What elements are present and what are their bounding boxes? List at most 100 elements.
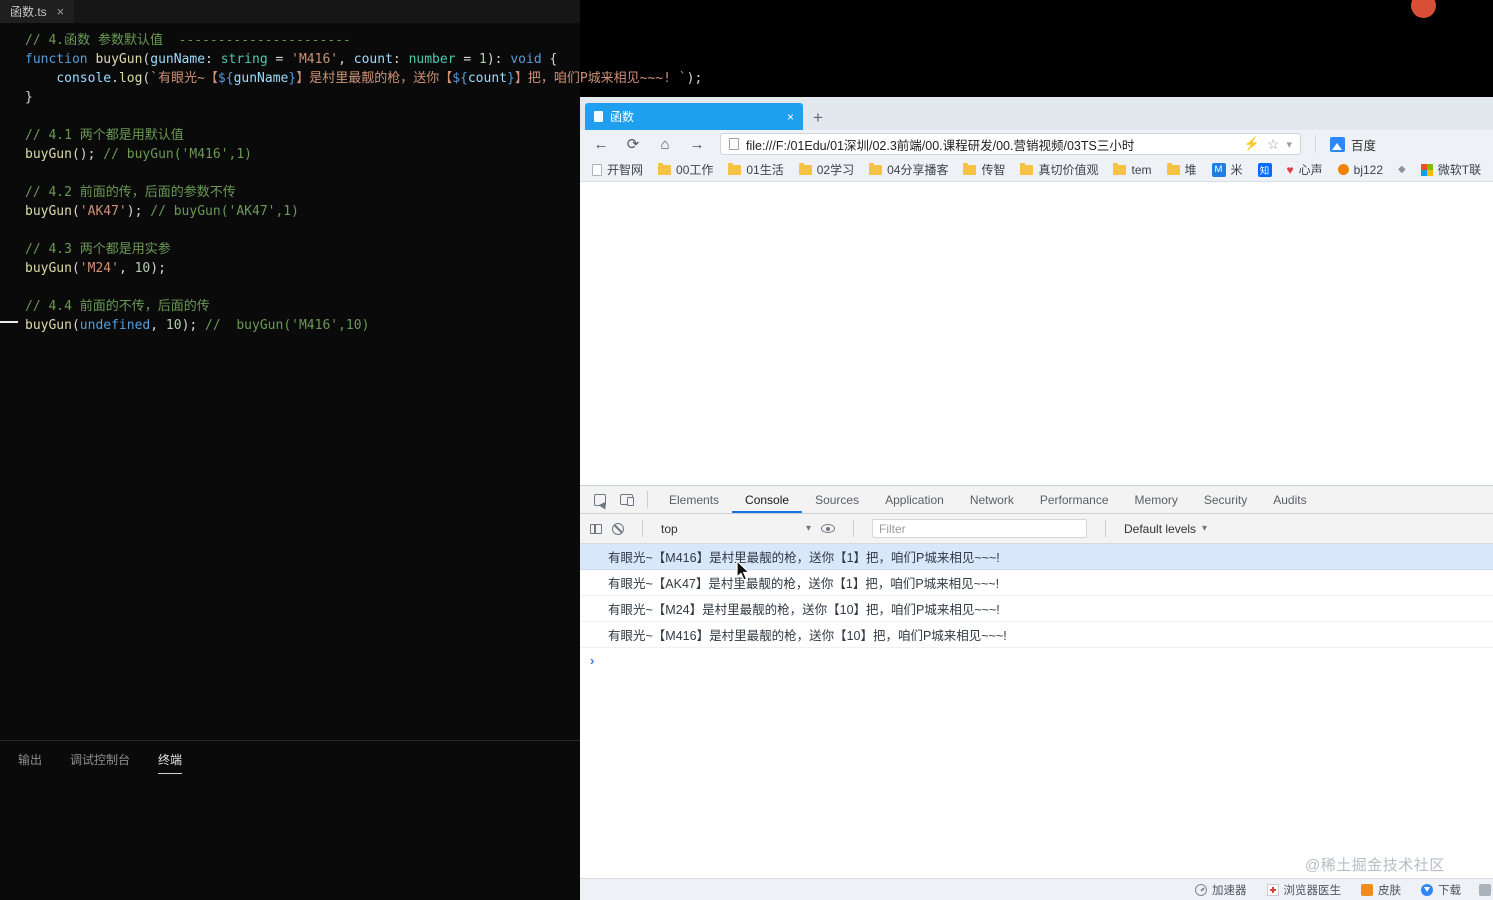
code-token: gunName — [233, 71, 289, 86]
bookmark-item[interactable]: 04分享播客 — [869, 161, 948, 178]
devtools-tab-console[interactable]: Console — [732, 486, 802, 513]
reload-icon[interactable]: ⟳ — [624, 137, 642, 152]
context-selector[interactable]: top ▾ — [661, 522, 811, 536]
bookmark-item[interactable]: 知 — [1257, 162, 1272, 177]
statusbar-item-speed[interactable]: 加速器 — [1195, 882, 1247, 898]
code-token: buyGun — [25, 204, 72, 219]
bookmark-item[interactable]: 传智 — [963, 161, 1005, 178]
devtools: Elements Console Sources Application Network… — [580, 485, 1493, 878]
code-token: 】是村里最靓的枪，送你【 — [296, 71, 453, 86]
statusbar-items: 加速器 浏览器医生 皮肤 下载 — [1195, 882, 1461, 898]
bookmark-label: 微软T联 — [1437, 163, 1482, 177]
console-sidebar-icon[interactable] — [590, 523, 602, 534]
code-token: 10 — [134, 261, 151, 276]
clear-console-icon[interactable] — [612, 522, 624, 535]
address-bar[interactable]: file:///F:/01Edu/01深圳/02.3前端/00.课程研发/00.… — [720, 133, 1301, 155]
devtools-tab-performance[interactable]: Performance — [1027, 486, 1122, 513]
devtools-tab-elements[interactable]: Elements — [656, 486, 732, 513]
toolbar-separator — [853, 520, 854, 537]
bookmark-item[interactable]: ◆ — [1398, 164, 1406, 175]
editor-bottom-panel: 输出 调试控制台 终端 — [0, 740, 580, 774]
log-levels-selector[interactable]: Default levels ▾ — [1124, 522, 1207, 536]
url-text[interactable]: file:///F:/01Edu/01深圳/02.3前端/00.课程研发/00.… — [746, 135, 1237, 154]
device-toolbar-icon[interactable] — [620, 494, 634, 506]
code-token: ); — [126, 204, 151, 219]
chevron-down-icon: ▾ — [805, 523, 811, 534]
statusbar-item-skin[interactable]: 皮肤 — [1361, 882, 1401, 898]
inspect-element-icon[interactable] — [594, 493, 606, 506]
bookmark-item[interactable]: bj122 — [1337, 163, 1383, 177]
statusbar-item-doctor[interactable]: 浏览器医生 — [1266, 882, 1341, 898]
forward-icon[interactable]: → — [688, 137, 706, 152]
panel-tab-output[interactable]: 输出 — [18, 751, 42, 774]
doctor-icon — [1266, 883, 1279, 896]
code-line: } — [25, 88, 580, 107]
code-token: log — [118, 71, 143, 86]
code-token: 1 — [479, 52, 487, 67]
tab-close-icon[interactable]: × — [787, 110, 794, 124]
heart-icon: ♥ — [1286, 162, 1294, 177]
statusbar-label: 皮肤 — [1378, 884, 1401, 897]
console-prompt[interactable]: › — [580, 648, 1493, 672]
lightning-icon[interactable]: ⚡ — [1244, 136, 1260, 152]
browser-tabbar: 函数 × + — [580, 97, 1493, 130]
folder-icon — [1020, 162, 1034, 175]
bookmark-label: tem — [1131, 162, 1152, 177]
bookmark-item[interactable]: 真切价值观 — [1020, 161, 1098, 178]
browser-tab[interactable]: 函数 × — [585, 103, 803, 130]
console-message: 有眼光~【M416】是村里最靓的枪，送你【10】把，咱们P城来相见~~~! — [580, 622, 1493, 648]
code-token: buyGun — [25, 261, 72, 276]
bookmark-item[interactable]: ♥ 心声 — [1287, 161, 1323, 178]
panel-tab-debug-console[interactable]: 调试控制台 — [70, 751, 130, 774]
browser-toolbar: ← ⟳ ⌂ → file:///F:/01Edu/01深圳/02.3前端/00.… — [580, 130, 1493, 158]
statusbar-item-download[interactable]: 下载 — [1421, 882, 1461, 898]
code-token: // 4.2 前面的传，后面的参数不传 — [25, 185, 236, 200]
bookmark-item[interactable]: 微软T联 — [1420, 161, 1482, 178]
code-line: console.log(`有眼光~【${gunName}】是村里最靓的枪，送你【… — [25, 69, 702, 88]
editor-tab[interactable]: 函数.ts × — [0, 0, 75, 23]
toolbar-separator — [1105, 520, 1106, 537]
search-engine-selector[interactable]: 百度 — [1329, 135, 1376, 154]
bookmark-item[interactable]: M米 — [1211, 161, 1243, 178]
code-token: ( — [71, 318, 80, 333]
code-token: // 4.4 前面的不传，后面的传 — [25, 299, 210, 314]
statusbar-more-icon[interactable] — [1479, 883, 1491, 896]
console-toolbar: top ▾ Default levels ▾ — [580, 514, 1493, 544]
bookmark-star-icon[interactable]: ☆ — [1267, 136, 1280, 153]
code-token: // 4.函数 参数默认值 ---------------------- — [25, 33, 351, 48]
code-token: // 4.3 两个都是用实参 — [25, 242, 171, 257]
panel-tab-terminal[interactable]: 终端 — [158, 751, 183, 774]
devtools-tab-memory[interactable]: Memory — [1122, 486, 1191, 513]
code-token: // buyGun('M416',10) — [205, 318, 370, 333]
address-dropdown-icon[interactable]: ▾ — [1286, 138, 1292, 151]
live-expression-eye-icon[interactable] — [821, 524, 835, 533]
editor-tabbar: 函数.ts × — [0, 0, 580, 23]
console-filter-input[interactable] — [872, 519, 1087, 538]
search-engine-label: 百度 — [1350, 138, 1376, 153]
home-icon[interactable]: ⌂ — [656, 137, 674, 152]
bookmark-item[interactable]: 00工作 — [658, 161, 713, 178]
devtools-tab-application[interactable]: Application — [872, 486, 957, 513]
code-token: ( — [71, 204, 80, 219]
folder-icon — [1113, 162, 1127, 175]
new-tab-button[interactable]: + — [813, 109, 823, 126]
bookmark-label: 心声 — [1298, 163, 1323, 177]
bookmark-item[interactable]: 01生活 — [728, 161, 784, 178]
bookmark-item[interactable]: 堆 — [1166, 161, 1197, 178]
editor-tab-close-icon[interactable]: × — [57, 4, 65, 19]
code-line: // 4.2 前面的传，后面的参数不传 — [25, 183, 580, 202]
devtools-tab-network[interactable]: Network — [957, 486, 1027, 513]
bookmark-item[interactable]: 开智网 — [592, 161, 643, 178]
devtools-tab-security[interactable]: Security — [1191, 486, 1260, 513]
bookmark-item[interactable]: 02学习 — [798, 161, 854, 178]
bookmark-item[interactable]: tem — [1113, 162, 1152, 177]
back-icon[interactable]: ← — [592, 137, 610, 152]
page-icon — [592, 163, 602, 176]
devtools-tab-sources[interactable]: Sources — [802, 486, 872, 513]
devtools-tab-audits[interactable]: Audits — [1260, 486, 1319, 513]
console-output: 有眼光~【M416】是村里最靓的枪，送你【1】把，咱们P城来相见~~~! 有眼光~… — [580, 544, 1493, 878]
code-editor[interactable]: // 4.函数 参数默认值 ---------------------- func… — [0, 23, 702, 335]
